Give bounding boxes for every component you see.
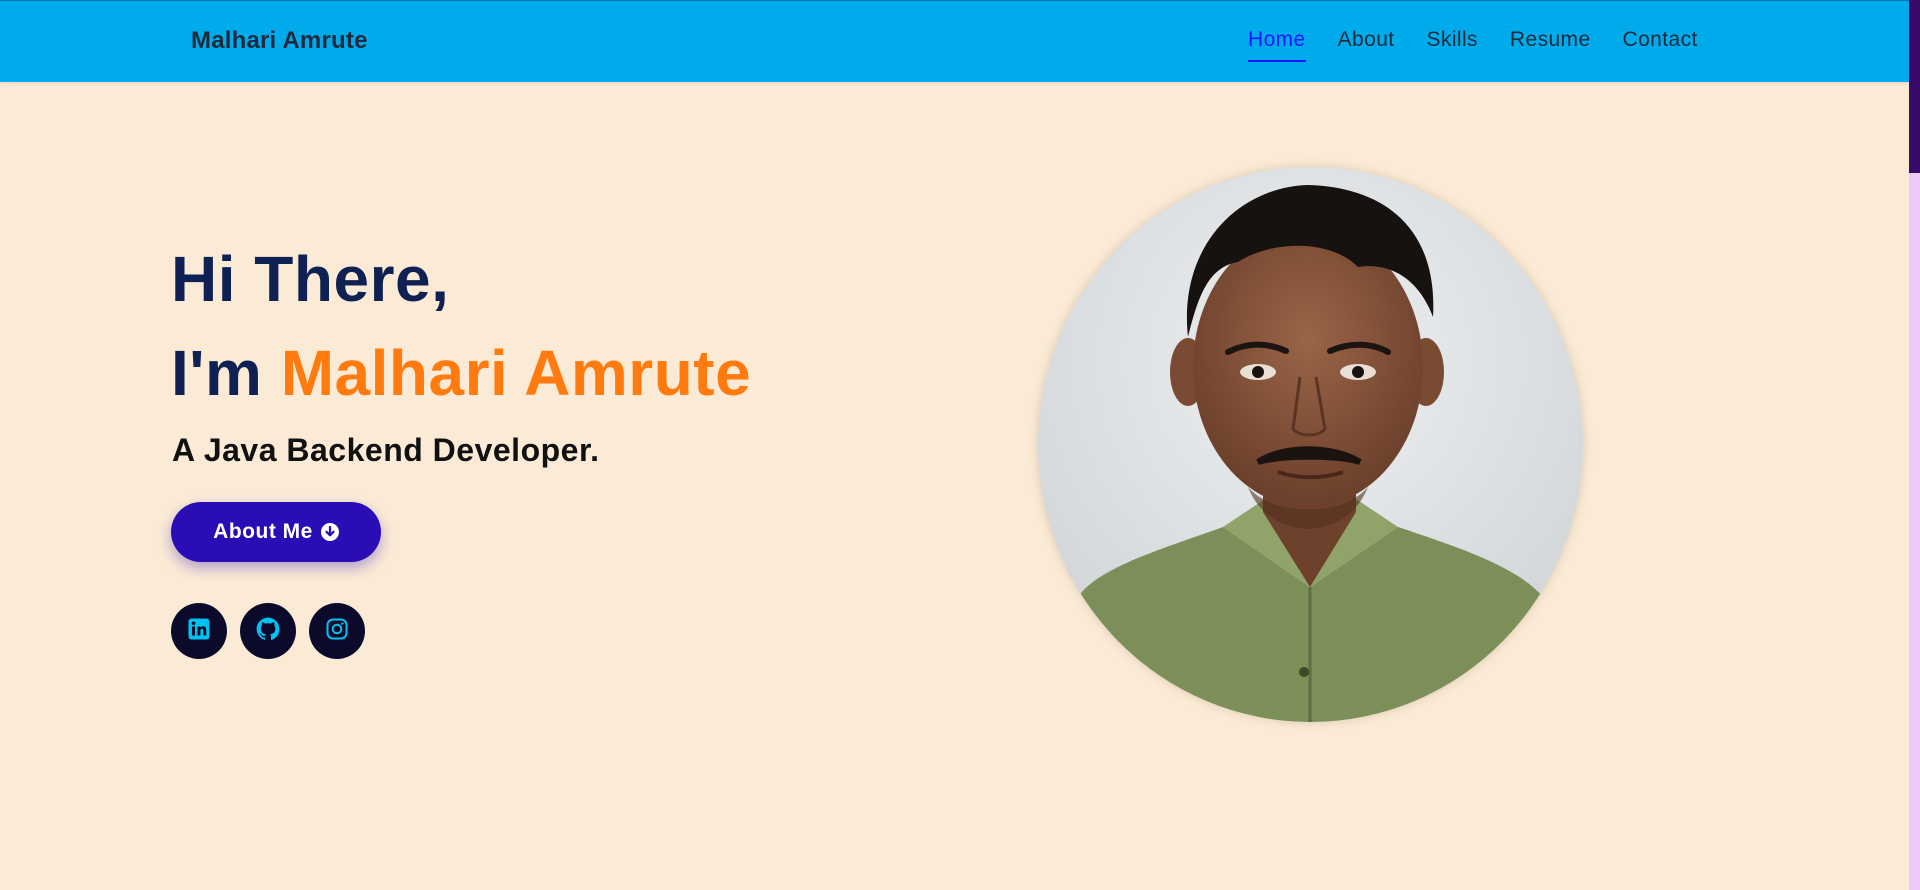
hero-name: Malhari Amrute (280, 337, 752, 409)
about-me-button[interactable]: About Me (171, 502, 381, 562)
nav-links: Home About Skills Resume Contact (1248, 28, 1730, 62)
hero-role: A Java Backend Developer. (172, 432, 600, 468)
scrollbar-thumb[interactable] (1909, 0, 1920, 173)
hero-intro-prefix: I'm (171, 337, 263, 409)
instagram-icon (325, 617, 349, 646)
linkedin-link[interactable] (171, 603, 227, 659)
linkedin-icon (187, 617, 211, 646)
nav-link-skills[interactable]: Skills (1427, 28, 1478, 58)
about-me-label: About Me (213, 520, 313, 543)
brand-logo[interactable]: Malhari Amrute (191, 27, 368, 55)
instagram-link[interactable] (309, 603, 365, 659)
hero-greeting: Hi There, (171, 243, 450, 315)
profile-photo (1038, 167, 1583, 722)
nav-link-resume[interactable]: Resume (1510, 28, 1591, 58)
nav-link-contact[interactable]: Contact (1623, 28, 1698, 58)
hero-intro: I'm Malhari Amrute (171, 334, 751, 412)
github-link[interactable] (240, 603, 296, 659)
scrollbar-track[interactable] (1909, 0, 1920, 890)
arrow-down-circle-icon (320, 523, 339, 541)
nav-link-home[interactable]: Home (1248, 28, 1306, 62)
social-links (171, 603, 378, 659)
nav-link-about[interactable]: About (1338, 28, 1395, 58)
navbar: Malhari Amrute Home About Skills Resume … (0, 0, 1909, 82)
github-icon (255, 616, 281, 647)
